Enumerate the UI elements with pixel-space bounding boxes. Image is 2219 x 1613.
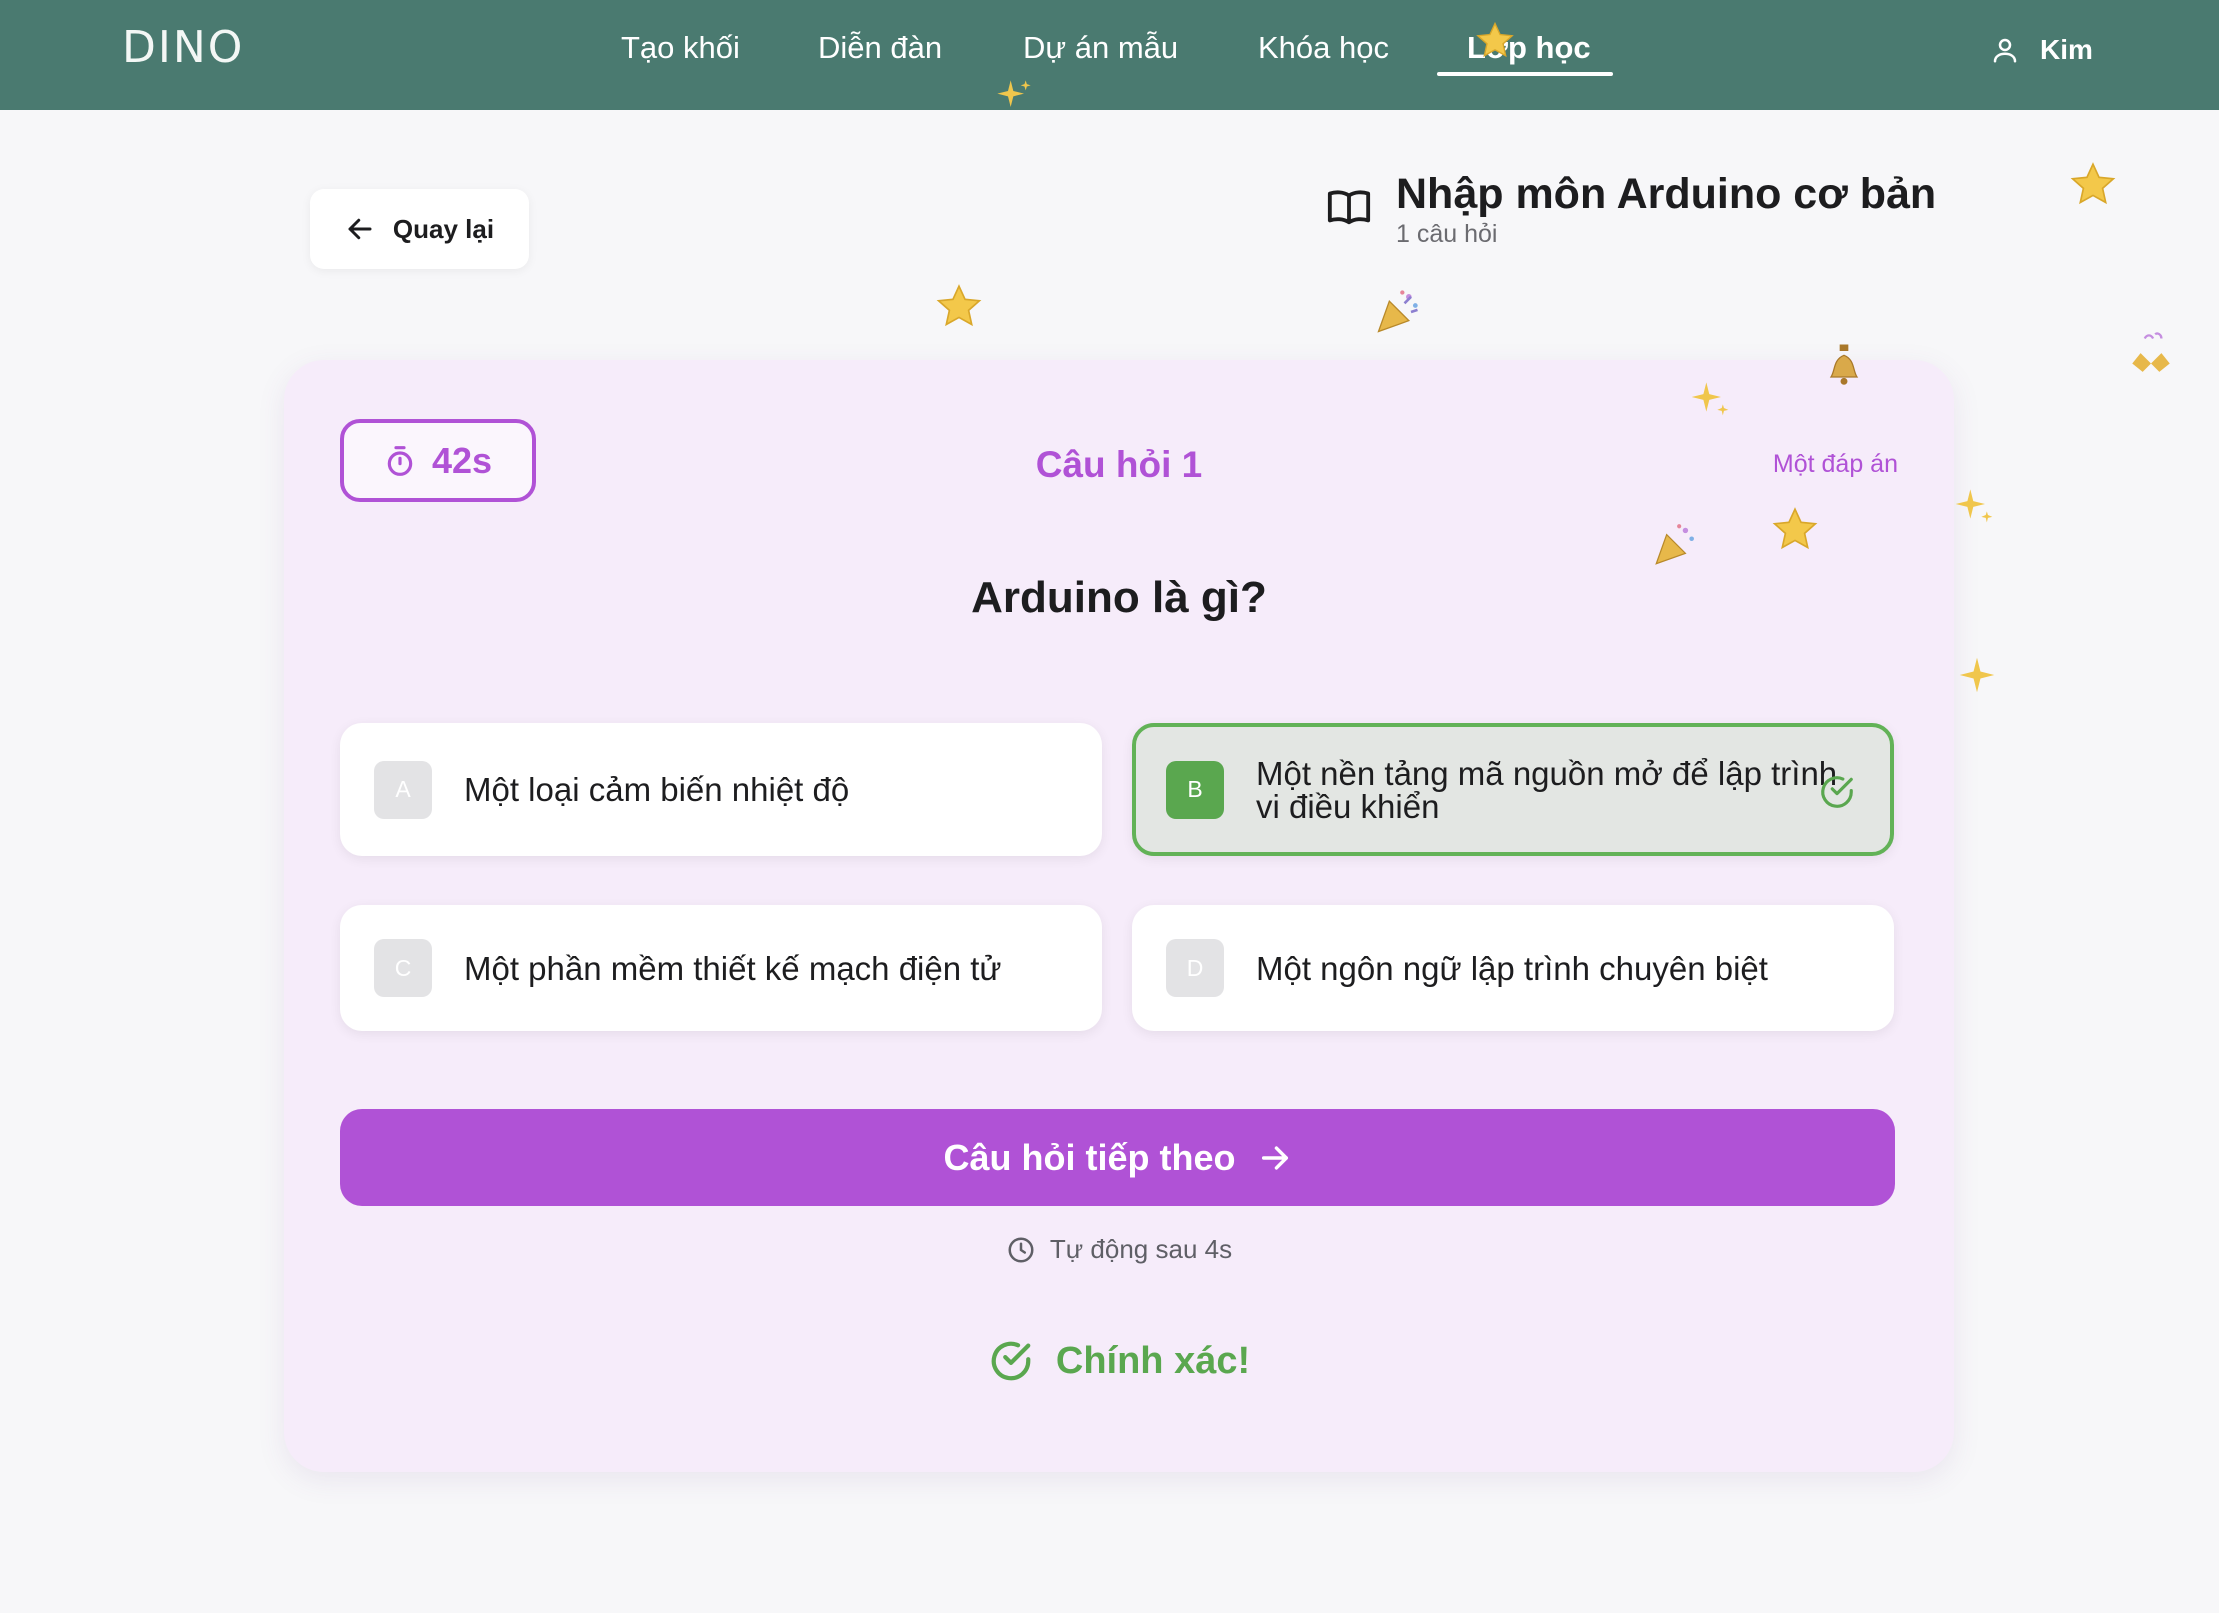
course-header: Nhập môn Arduino cơ bản 1 câu hỏi	[1326, 168, 1936, 249]
star-icon	[1476, 21, 1514, 58]
star-icon	[936, 284, 982, 327]
answer-option-a[interactable]: A Một loại cảm biến nhiệt độ	[340, 723, 1102, 856]
arrow-right-icon	[1261, 1145, 1288, 1170]
active-nav-underline	[1437, 72, 1613, 76]
question-type: Một đáp án	[1772, 450, 1898, 478]
auto-advance-note: Tự động sau 4s	[284, 1234, 1954, 1265]
quiz-card: 42s Câu hỏi 1 Một đáp án Arduino là gì? …	[284, 360, 1954, 1472]
back-button-label: Quay lại	[392, 213, 495, 244]
arrow-left-icon	[348, 218, 372, 240]
bell-icon	[1829, 344, 1859, 385]
nav-item-tao-khoi[interactable]: Tạo khối	[621, 30, 740, 66]
sparkle-icon	[1691, 382, 1729, 416]
nav-item-khoa-hoc[interactable]: Khóa học	[1258, 30, 1389, 66]
question-text: Arduino là gì?	[971, 573, 1267, 622]
answer-option-d[interactable]: D Một ngôn ngữ lập trình chuyên biệt	[1132, 905, 1894, 1031]
answer-option-c[interactable]: C Một phần mềm thiết kế mạch điện tử	[340, 905, 1102, 1031]
party-popper-icon	[2132, 332, 2170, 372]
back-button[interactable]: Quay lại	[310, 189, 529, 269]
option-text: Một loại cảm biến nhiệt độ	[464, 771, 850, 808]
top-navigation-bar: DINO Tạo khối Diễn đàn Dự án mẫu Khóa họ…	[0, 0, 2219, 110]
party-popper-icon	[1655, 524, 1694, 565]
next-question-button[interactable]: Câu hỏi tiếp theo	[340, 1109, 1895, 1206]
sparkle-icon	[1959, 657, 1995, 693]
user-menu[interactable]: Kim	[1990, 34, 2093, 66]
course-title: Nhập môn Arduino cơ bản	[1396, 170, 1937, 218]
option-letter: D	[1166, 939, 1224, 997]
check-circle-icon	[991, 1341, 1031, 1381]
check-circle-icon	[1821, 776, 1853, 808]
main-nav: Tạo khối Diễn đàn Dự án mẫu Khóa học Lớp…	[0, 0, 2219, 110]
option-letter: B	[1166, 760, 1224, 819]
star-icon	[1772, 507, 1818, 550]
party-popper-icon	[1377, 290, 1418, 333]
result-feedback: Chính xác!	[284, 1338, 1954, 1384]
option-letter: C	[374, 939, 432, 997]
answer-option-b[interactable]: B Một nền tảng mã nguồn mở để lập trình …	[1132, 723, 1894, 856]
option-letter: A	[374, 760, 432, 819]
nav-item-dien-dan[interactable]: Diễn đàn	[818, 30, 942, 66]
nav-item-du-an-mau[interactable]: Dự án mẫu	[1023, 30, 1178, 66]
next-question-label: Câu hỏi tiếp theo	[943, 1136, 1236, 1178]
option-text: Một nền tảng mã nguồn mở để lập trình vi…	[1256, 754, 1838, 825]
user-icon	[1993, 38, 2017, 63]
sparkle-icon	[997, 80, 1031, 107]
clock-icon	[1008, 1237, 1034, 1262]
course-question-count: 1 câu hỏi	[1396, 220, 1498, 248]
sparkle-icon	[1955, 489, 1993, 523]
result-text: Chính xác!	[1055, 1339, 1251, 1382]
option-text: Một ngôn ngữ lập trình chuyên biệt	[1256, 949, 1768, 987]
star-icon	[2070, 162, 2116, 205]
question-number: Câu hỏi 1	[1035, 444, 1203, 485]
option-text: Một phần mềm thiết kế mạch điện tử	[464, 949, 1002, 987]
user-name: Kim	[2040, 34, 2093, 65]
auto-advance-text: Tự động sau 4s	[1049, 1234, 1233, 1264]
book-icon	[1327, 190, 1371, 225]
